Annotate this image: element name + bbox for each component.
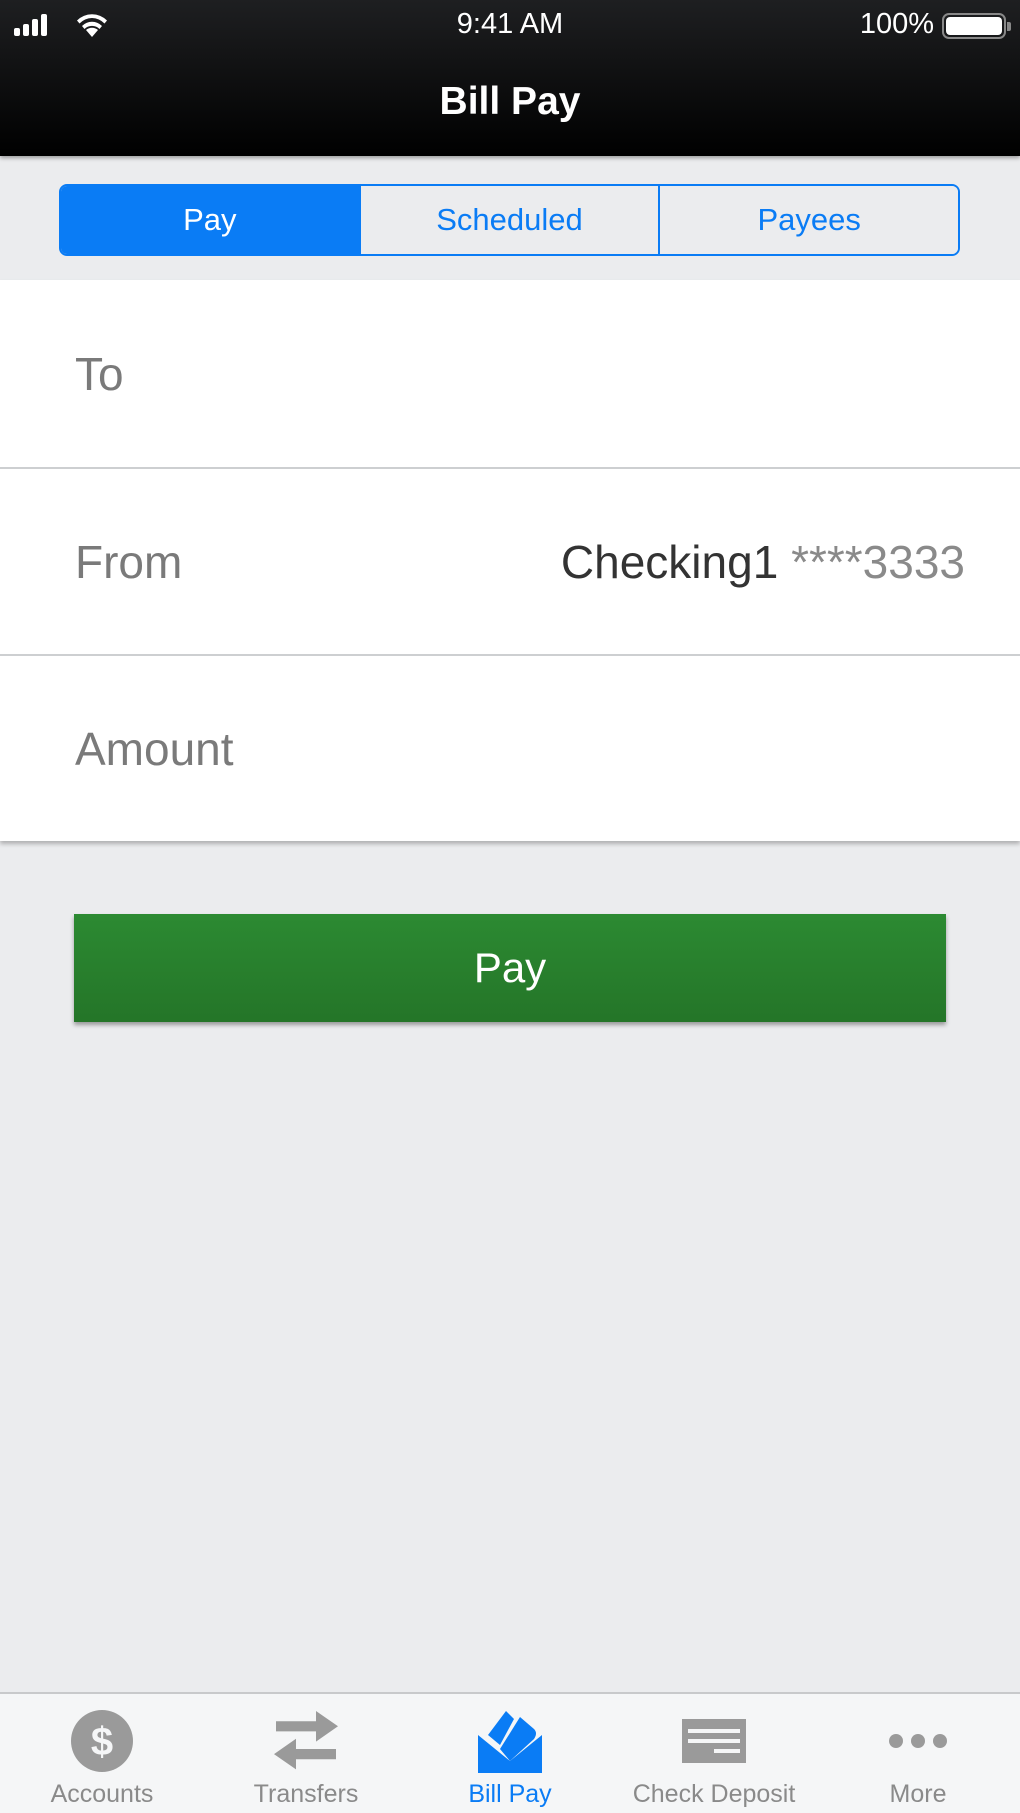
from-account-value: Checking1 ****3333 <box>561 535 965 589</box>
amount-field[interactable]: Amount <box>0 654 1020 841</box>
tab-label: Bill Pay <box>468 1780 552 1808</box>
svg-text:$: $ <box>91 1720 113 1764</box>
from-account-mask: ****3333 <box>791 535 965 588</box>
segment-payees[interactable]: Payees <box>658 186 958 254</box>
tab-transfers[interactable]: Transfers <box>204 1694 408 1813</box>
to-label: To <box>75 347 124 400</box>
tab-accounts[interactable]: $ Accounts <box>0 1694 204 1813</box>
from-label: From <box>75 535 183 588</box>
status-bar: 9:41 AM 100% <box>0 0 1020 50</box>
dollar-circle-icon: $ <box>71 1710 133 1772</box>
bill-envelope-icon <box>478 1711 542 1773</box>
transfer-arrows-icon <box>274 1711 338 1770</box>
bill-pay-form: To From Checking1 ****3333 Amount <box>0 280 1020 841</box>
more-dots-icon <box>889 1734 947 1748</box>
segmented-control: Pay Scheduled Payees <box>59 184 960 256</box>
tab-label: Check Deposit <box>632 1780 796 1808</box>
from-account-name: Checking1 <box>560 535 779 588</box>
page-title: Bill Pay <box>439 80 581 123</box>
pay-button[interactable]: Pay <box>74 914 946 1022</box>
to-field[interactable]: To <box>0 280 1020 467</box>
tab-label: Accounts <box>50 1780 154 1808</box>
tab-more[interactable]: More <box>816 1694 1020 1813</box>
from-field[interactable]: From Checking1 ****3333 <box>0 467 1020 654</box>
tab-check-deposit[interactable]: Check Deposit <box>612 1694 816 1813</box>
nav-header: 9:41 AM 100% Bill Pay <box>0 0 1020 156</box>
battery-percent: 100% <box>859 8 934 40</box>
amount-label: Amount <box>75 722 234 775</box>
battery-icon <box>942 13 1011 39</box>
tab-bar: $ Accounts Transfers Bill Pay Check Depo… <box>0 1692 1020 1813</box>
tab-bill-pay[interactable]: Bill Pay <box>408 1694 612 1813</box>
check-icon <box>682 1719 746 1763</box>
tab-label: Transfers <box>253 1780 359 1808</box>
tab-label: More <box>889 1780 947 1808</box>
segment-scheduled[interactable]: Scheduled <box>358 186 659 254</box>
segment-pay[interactable]: Pay <box>61 186 359 254</box>
